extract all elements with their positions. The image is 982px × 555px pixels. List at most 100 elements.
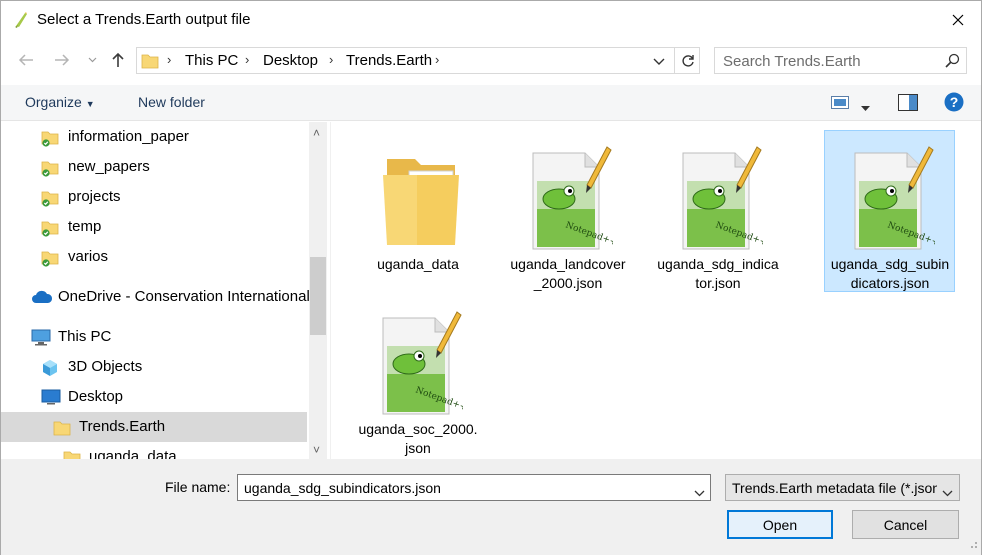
search-box[interactable] bbox=[714, 47, 967, 74]
nav-item-label: This PC bbox=[58, 328, 112, 345]
nav-item-label: Desktop bbox=[68, 388, 124, 405]
folder-synced-icon bbox=[41, 219, 59, 240]
nav-item-new-papers[interactable]: new_papers bbox=[1, 152, 307, 182]
breadcrumb-trends-earth[interactable]: Trends.Earth bbox=[346, 52, 432, 69]
preview-pane-button[interactable] bbox=[898, 94, 918, 114]
file-type-dropdown[interactable] bbox=[942, 484, 953, 500]
dialog-footer: File name: Trends.Earth metadata file (*… bbox=[1, 459, 981, 555]
change-view-button[interactable] bbox=[831, 96, 849, 112]
chevron-down-icon bbox=[88, 57, 96, 63]
nav-item-onedrive[interactable]: OneDrive - Conservation International bbox=[1, 282, 310, 312]
up-arrow-icon bbox=[112, 52, 124, 67]
file-type-value: Trends.Earth metadata file (*.json) bbox=[732, 480, 937, 496]
nav-item-label: information_paper bbox=[68, 128, 189, 145]
nav-item-label: OneDrive - Conservation International bbox=[58, 288, 310, 305]
search-icon bbox=[945, 53, 960, 71]
view-options-icon bbox=[831, 96, 849, 109]
chevron-down-icon bbox=[694, 490, 705, 497]
breadcrumb-this-pc[interactable]: This PC bbox=[185, 52, 238, 69]
folder-synced-icon bbox=[41, 249, 59, 270]
help-button[interactable]: ? bbox=[944, 92, 964, 115]
address-bar[interactable]: › This PC › Desktop › Trends.Earth › bbox=[136, 47, 700, 74]
file-name: uganda_sdg_subindicators.json bbox=[830, 256, 950, 291]
nav-item-label: new_papers bbox=[68, 158, 150, 175]
chevron-down-icon bbox=[653, 58, 665, 65]
folder-synced-icon bbox=[41, 159, 59, 180]
scroll-up-icon[interactable]: ˄ bbox=[313, 126, 320, 140]
file-name: uganda_data bbox=[377, 256, 459, 272]
nav-scrollbar[interactable]: ˄ ˅ bbox=[309, 122, 327, 459]
svg-text:?: ? bbox=[950, 94, 959, 110]
file-name: uganda_landcover_2000.json bbox=[510, 256, 626, 291]
desktop-icon bbox=[41, 389, 61, 408]
breadcrumb-separator: › bbox=[245, 52, 250, 67]
title-bar: Select a Trends.Earth output file bbox=[1, 1, 981, 39]
cancel-button[interactable]: Cancel bbox=[852, 510, 959, 539]
file-item-uganda-sdg-subindicators[interactable]: Notepad++ uganda_sdg_subindicators.json bbox=[824, 130, 955, 292]
notepadpp-file-icon: Notepad++ bbox=[845, 141, 940, 251]
file-type-select[interactable]: Trends.Earth metadata file (*.json) bbox=[725, 474, 960, 501]
breadcrumb-desktop[interactable]: Desktop bbox=[263, 52, 318, 69]
file-name-dropdown[interactable] bbox=[694, 484, 705, 500]
up-button[interactable] bbox=[107, 49, 129, 71]
back-button[interactable] bbox=[15, 49, 37, 71]
open-button[interactable]: Open bbox=[727, 510, 833, 539]
organize-label: Organize bbox=[25, 94, 82, 110]
view-dropdown[interactable] bbox=[861, 99, 870, 115]
notepadpp-file-icon: Notepad++ bbox=[373, 306, 468, 416]
file-name: uganda_sdg_indicator.json bbox=[657, 256, 779, 291]
new-folder-button[interactable]: New folder bbox=[138, 94, 205, 110]
refresh-button[interactable] bbox=[674, 47, 700, 74]
nav-item-temp[interactable]: temp bbox=[1, 212, 307, 242]
nav-item-varios[interactable]: varios bbox=[1, 242, 307, 272]
recent-locations-button[interactable] bbox=[85, 49, 99, 71]
file-list-pane: uganda_data Notepad++ uganda_landcover_2… bbox=[330, 122, 981, 459]
3d-objects-icon bbox=[41, 359, 59, 380]
scroll-down-icon[interactable]: ˅ bbox=[313, 443, 320, 457]
file-dialog-window: Select a Trends.Earth output file › This… bbox=[0, 0, 982, 555]
folder-icon bbox=[53, 419, 71, 440]
chevron-down-icon bbox=[942, 490, 953, 497]
nav-item-label: projects bbox=[68, 188, 121, 205]
help-icon: ? bbox=[944, 92, 964, 112]
resize-grip-icon[interactable] bbox=[968, 536, 978, 552]
nav-item-label: 3D Objects bbox=[68, 358, 143, 375]
address-history-dropdown[interactable] bbox=[653, 53, 665, 69]
file-name-combobox[interactable] bbox=[237, 474, 711, 501]
scrollbar-thumb[interactable] bbox=[310, 257, 326, 335]
qgis-app-icon bbox=[13, 11, 29, 29]
nav-item-uganda-data[interactable]: uganda_data bbox=[1, 442, 307, 459]
nav-item-information-paper[interactable]: information_paper bbox=[1, 122, 307, 152]
navigation-pane: information_paper new_papers projects te… bbox=[1, 122, 329, 459]
breadcrumb-separator: › bbox=[329, 52, 334, 67]
search-input[interactable] bbox=[721, 51, 931, 71]
refresh-icon bbox=[681, 54, 694, 67]
folder-synced-icon bbox=[41, 129, 59, 150]
file-name-input[interactable] bbox=[242, 478, 682, 498]
close-button[interactable] bbox=[935, 1, 981, 39]
onedrive-icon bbox=[31, 290, 53, 307]
file-item-uganda-soc[interactable]: Notepad++ uganda_soc_2000.json bbox=[353, 296, 484, 458]
nav-item-label: temp bbox=[68, 218, 102, 235]
nav-item-3d-objects[interactable]: 3D Objects bbox=[1, 352, 307, 382]
close-icon bbox=[952, 14, 964, 26]
computer-icon bbox=[31, 329, 51, 349]
nav-item-label: Trends.Earth bbox=[79, 418, 166, 435]
file-name-label: File name: bbox=[165, 479, 231, 495]
file-item-uganda-sdg-indicator[interactable]: Notepad++ uganda_sdg_indicator.json bbox=[653, 131, 784, 293]
forward-arrow-icon bbox=[55, 54, 70, 66]
forward-button[interactable] bbox=[51, 49, 73, 71]
nav-item-desktop[interactable]: Desktop bbox=[1, 382, 307, 412]
folder-synced-icon bbox=[41, 189, 59, 210]
breadcrumb-separator: › bbox=[167, 52, 172, 67]
organize-menu[interactable]: Organize ▼ bbox=[25, 94, 95, 110]
nav-item-projects[interactable]: projects bbox=[1, 182, 307, 212]
file-item-uganda-data[interactable]: uganda_data bbox=[353, 131, 484, 293]
file-item-uganda-landcover[interactable]: Notepad++ uganda_landcover_2000.json bbox=[503, 131, 634, 293]
nav-item-this-pc[interactable]: This PC bbox=[1, 322, 307, 352]
folder-icon bbox=[141, 53, 159, 72]
window-title: Select a Trends.Earth output file bbox=[37, 11, 251, 28]
nav-item-trends-earth[interactable]: Trends.Earth bbox=[1, 412, 307, 442]
caret-down-icon bbox=[861, 106, 870, 111]
notepadpp-file-icon: Notepad++ bbox=[673, 141, 768, 251]
